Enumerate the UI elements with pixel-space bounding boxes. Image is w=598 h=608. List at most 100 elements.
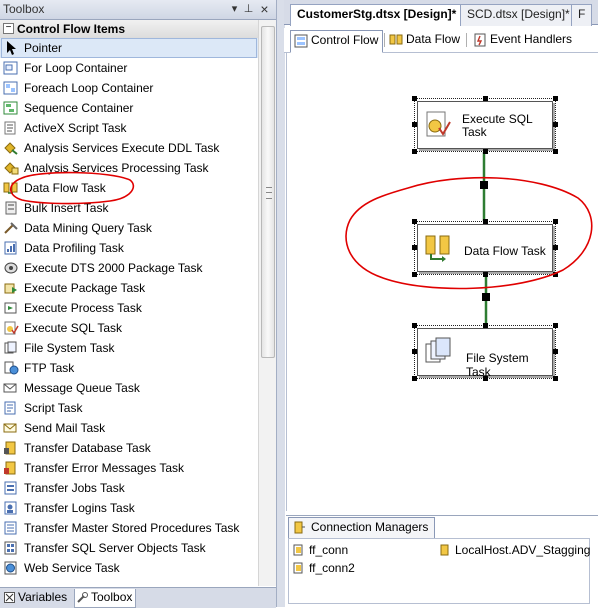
resize-handle[interactable]	[483, 376, 488, 381]
toolbox-item-transfer-sql-server-objects[interactable]: Transfer SQL Server Objects Task	[0, 538, 258, 558]
toolbox-item-bulk-insert[interactable]: Bulk Insert Task	[0, 198, 258, 218]
tab-event-handlers[interactable]: Event Handlers	[470, 30, 576, 51]
toolbox-item-label: Message Queue Task	[24, 381, 140, 395]
toolbox-item-transfer-database[interactable]: Transfer Database Task	[0, 438, 258, 458]
resize-handle[interactable]	[553, 323, 558, 328]
toolbox-item-foreach-loop[interactable]: Foreach Loop Container	[0, 78, 258, 98]
file-system-task-icon	[425, 337, 451, 363]
tab-data-flow[interactable]: Data Flow	[386, 30, 464, 51]
toolbox-item-dts-package[interactable]: Execute DTS 2000 Package Task	[0, 258, 258, 278]
resize-handle[interactable]	[483, 219, 488, 224]
tab-connection-managers[interactable]: Connection Managers	[288, 517, 436, 540]
task-file-system[interactable]: File System Task	[412, 323, 558, 381]
connection-label: LocalHost.ADV_Stagging	[455, 543, 591, 557]
resize-handle[interactable]	[553, 272, 558, 277]
resize-handle[interactable]	[553, 122, 558, 127]
resize-handle[interactable]	[412, 272, 417, 277]
toolbox-bottom-tabs: Variables Toolbox	[0, 587, 276, 608]
task-label: Data Flow Task	[464, 244, 546, 258]
toolbox-item-pointer[interactable]: Pointer	[0, 38, 258, 58]
connection-item[interactable]: LocalHost.ADV_Stagging	[439, 543, 590, 557]
toolbox-item-script[interactable]: Script Task	[0, 398, 258, 418]
tab-scd-design[interactable]: SCD.dtsx [Design]*	[460, 4, 577, 26]
constraint-handle[interactable]	[480, 181, 488, 189]
toolbox-item-execute-sql[interactable]: Execute SQL Task	[0, 318, 258, 338]
toolbox-item-data-mining[interactable]: Data Mining Query Task	[0, 218, 258, 238]
resize-handle[interactable]	[412, 149, 417, 154]
toolbox-item-sequence-container[interactable]: Sequence Container	[0, 98, 258, 118]
resize-handle[interactable]	[553, 376, 558, 381]
resize-handle[interactable]	[483, 96, 488, 101]
resize-handle[interactable]	[553, 245, 558, 250]
resize-handle[interactable]	[483, 272, 488, 277]
resize-handle[interactable]	[412, 219, 417, 224]
toolbox-item-data-profiling[interactable]: Data Profiling Task	[0, 238, 258, 258]
toolbox-item-label: Data Flow Task	[24, 181, 106, 195]
task-data-flow[interactable]: Data Flow Task	[412, 219, 558, 277]
resize-handle[interactable]	[412, 96, 417, 101]
tab-label: Event Handlers	[490, 32, 573, 46]
toolbox-item-file-system[interactable]: File System Task	[0, 338, 258, 358]
toolbox-item-execute-process[interactable]: Execute Process Task	[0, 298, 258, 318]
tab-control-flow[interactable]: Control Flow	[290, 30, 384, 53]
toolbox-item-label: Execute Package Task	[24, 281, 146, 295]
message-queue-icon	[3, 383, 17, 393]
toolbox-item-ftp[interactable]: FTP Task	[0, 358, 258, 378]
tab-toolbox[interactable]: Toolbox	[74, 589, 137, 608]
toolbox-item-analysis-processing[interactable]: Analysis Services Processing Task	[0, 158, 258, 178]
connection-item[interactable]: ff_conn	[293, 543, 348, 557]
resize-handle[interactable]	[553, 349, 558, 354]
resize-handle[interactable]	[553, 96, 558, 101]
pane-splitter[interactable]	[276, 0, 285, 607]
resize-handle[interactable]	[483, 149, 488, 154]
tab-overflow[interactable]: F	[571, 4, 593, 26]
toolbox-item-analysis-ddl[interactable]: Analysis Services Execute DDL Task	[0, 138, 258, 158]
close-icon[interactable]: ×	[258, 2, 271, 16]
connection-item[interactable]: ff_conn2	[293, 561, 355, 575]
toolbox-item-label: Web Service Task	[24, 561, 120, 575]
toolbox-item-label: ActiveX Script Task	[24, 121, 127, 135]
connection-label: ff_conn2	[309, 561, 355, 575]
control-flow-items-group-header[interactable]: − Control Flow Items	[0, 20, 258, 39]
toolbox-item-web-service[interactable]: Web Service Task	[0, 558, 258, 578]
toolbox-item-transfer-master-stored-procedures[interactable]: Transfer Master Stored Procedures Task	[0, 518, 258, 538]
toolbox-item-label: File System Task	[24, 341, 115, 355]
toolbox-title: Toolbox	[3, 2, 45, 16]
control-flow-canvas[interactable]: Execute SQL Task Data Flow Task File Sys…	[286, 53, 598, 511]
resize-handle[interactable]	[553, 149, 558, 154]
toolbox-item-transfer-logins[interactable]: Transfer Logins Task	[0, 498, 258, 518]
toolbox-item-label: Transfer SQL Server Objects Task	[24, 541, 206, 555]
resize-handle[interactable]	[412, 245, 417, 250]
toolbox-item-data-flow[interactable]: Data Flow Task	[0, 178, 258, 198]
pin-icon[interactable]: ⊥	[242, 3, 255, 16]
tab-label: Toolbox	[91, 590, 133, 604]
resize-handle[interactable]	[553, 219, 558, 224]
foreach-loop-icon	[3, 81, 18, 95]
resize-handle[interactable]	[412, 122, 417, 127]
resize-handle[interactable]	[412, 376, 417, 381]
dropdown-icon[interactable]: ▾	[228, 3, 241, 16]
connection-managers-area[interactable]: ff_conn ff_conn2 LocalHost.ADV_Stagging	[288, 538, 590, 604]
toolbox-item-execute-package[interactable]: Execute Package Task	[0, 278, 258, 298]
toolbox-scrollbar[interactable]	[258, 20, 276, 586]
script-icon	[4, 401, 16, 415]
toolbox-item-send-mail[interactable]: Send Mail Task	[0, 418, 258, 438]
toolbox-item-label: Send Mail Task	[24, 421, 106, 435]
scrollbar-thumb[interactable]	[261, 26, 275, 358]
toolbox-item-transfer-jobs[interactable]: Transfer Jobs Task	[0, 478, 258, 498]
resize-handle[interactable]	[483, 323, 488, 328]
toolbox-item-message-queue[interactable]: Message Queue Task	[0, 378, 258, 398]
toolbox-item-transfer-error-messages[interactable]: Transfer Error Messages Task	[0, 458, 258, 478]
constraint-handle[interactable]	[482, 293, 490, 301]
resize-handle[interactable]	[412, 323, 417, 328]
task-execute-sql[interactable]: Execute SQL Task	[412, 96, 558, 154]
collapse-icon[interactable]: −	[3, 23, 14, 34]
tab-variables[interactable]: Variables	[2, 589, 70, 607]
tab-customerstg-design[interactable]: CustomerStg.dtsx [Design]*	[290, 4, 464, 26]
transfer-jobs-icon	[4, 481, 17, 495]
toolbox-item-activex-script[interactable]: ActiveX Script Task	[0, 118, 258, 138]
tab-label: Connection Managers	[311, 520, 429, 534]
toolbox-item-label: Transfer Logins Task	[24, 501, 135, 515]
resize-handle[interactable]	[412, 349, 417, 354]
toolbox-item-for-loop[interactable]: For Loop Container	[0, 58, 258, 78]
